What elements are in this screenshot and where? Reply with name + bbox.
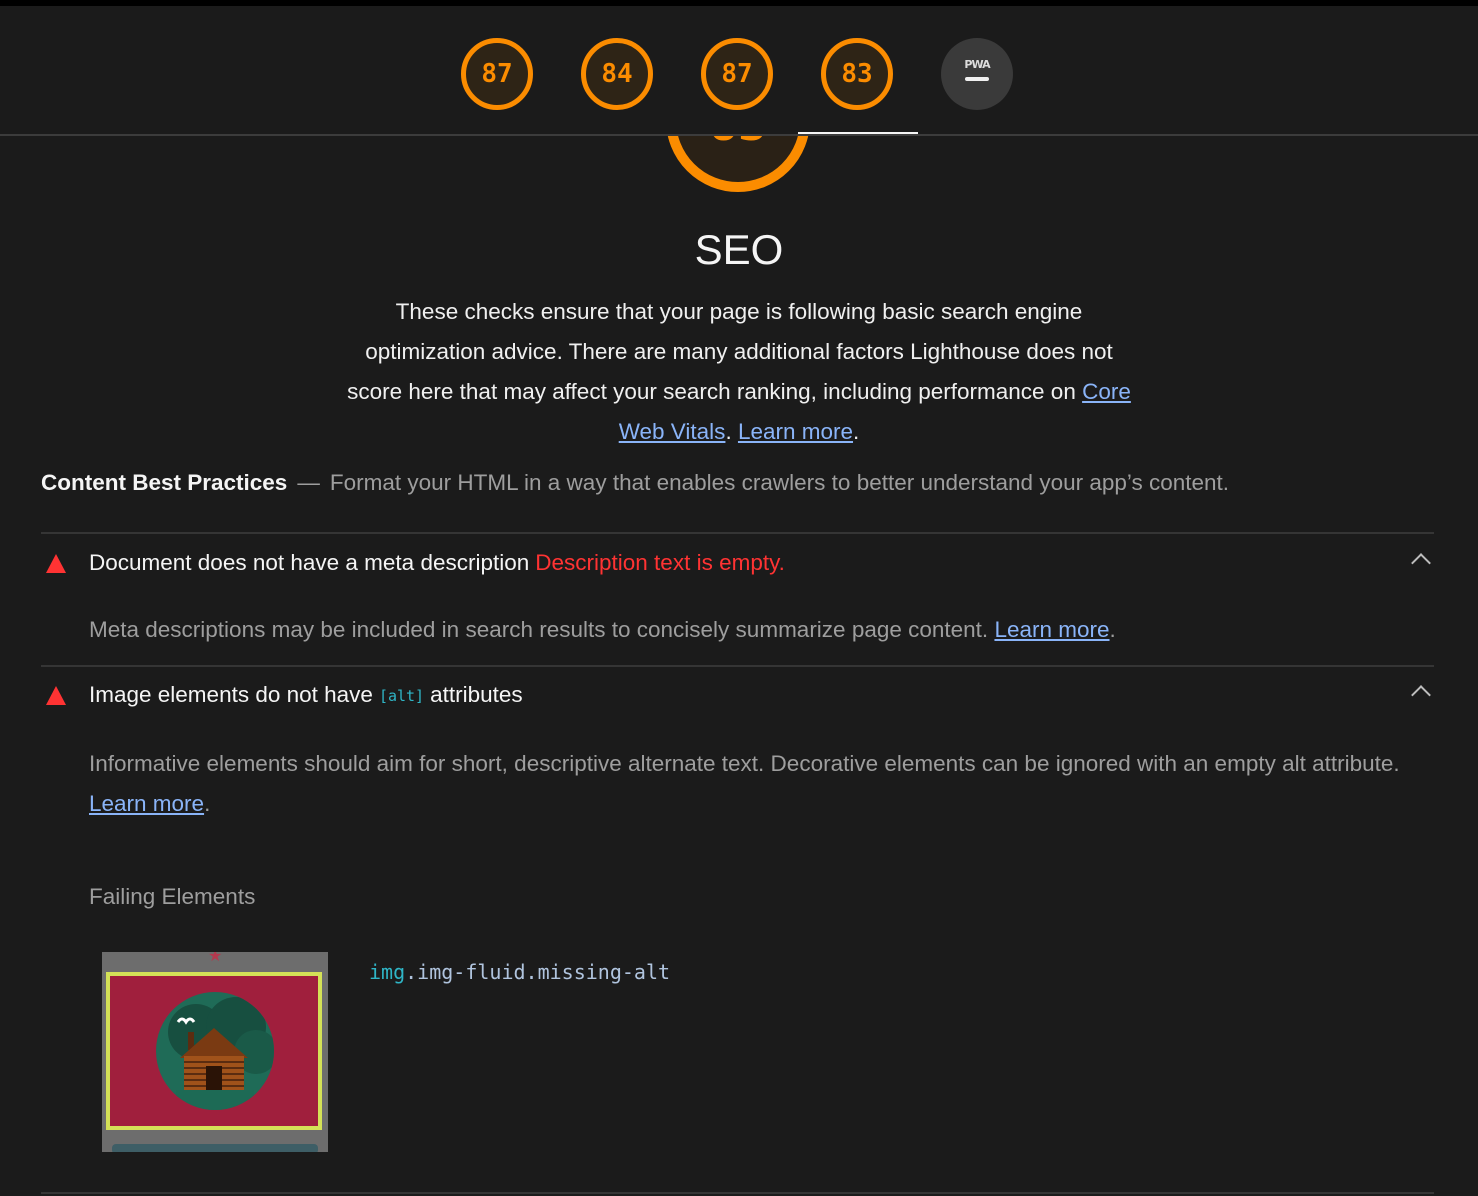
cabin-image: [156, 992, 274, 1110]
category-description-end: .: [853, 419, 860, 444]
best-practices-gauge[interactable]: 87: [701, 38, 773, 110]
audit-title: Image elements do not have [alt] attribute…: [89, 682, 523, 708]
audit-title-text-post: attributes: [430, 682, 523, 707]
audit-description-end: .: [1109, 617, 1116, 642]
learn-more-link[interactable]: Learn more: [89, 791, 204, 816]
audit-description: Informative elements should aim for shor…: [89, 744, 1419, 824]
group-dash: —: [297, 470, 320, 495]
cabin-icon: [168, 997, 274, 1110]
element-highlight: [106, 972, 322, 1130]
group-description: Format your HTML in a way that enables c…: [329, 470, 1230, 495]
audit-title: Document does not have a meta descriptio…: [89, 550, 785, 576]
audit-description-end: .: [204, 791, 211, 816]
audit-image-alt[interactable]: Image elements do not have [alt] attribute…: [41, 666, 1434, 722]
audit-title-text: Image elements do not have: [89, 682, 373, 707]
pwa-dash: [965, 76, 989, 81]
accessibility-gauge[interactable]: 84: [581, 38, 653, 110]
gauge-score: 83: [841, 59, 873, 89]
category-title: SEO: [694, 226, 784, 273]
audit-meta-description[interactable]: Document does not have a meta descriptio…: [41, 534, 1434, 590]
group-title: Content Best Practices: [41, 470, 288, 495]
chevron-up-icon[interactable]: [1411, 553, 1431, 573]
element-screenshot[interactable]: ★: [102, 952, 328, 1152]
audit-description-text: Meta descriptions may be included in sea…: [89, 617, 995, 642]
audit-title-text: Document does not have a meta descriptio…: [89, 550, 530, 575]
chevron-up-icon[interactable]: [1411, 685, 1431, 705]
star-icon: ★: [208, 952, 223, 965]
sticky-header: 87 84 87 83 PWA: [0, 6, 1478, 136]
fail-triangle-icon: [46, 554, 66, 573]
category-description-sep: .: [725, 419, 738, 444]
category-description-text: These checks ensure that your page is fo…: [347, 299, 1113, 404]
node-selector-classes: .img-fluid.missing-alt: [405, 960, 671, 984]
audit-description: Meta descriptions may be included in sea…: [89, 610, 1116, 650]
alt-code: [alt]: [378, 687, 425, 705]
learn-more-link[interactable]: Learn more: [738, 419, 853, 444]
divider: [41, 1192, 1434, 1194]
seo-gauge[interactable]: 83: [821, 38, 893, 110]
fail-triangle-icon: [46, 686, 66, 705]
pwa-gauge[interactable]: PWA: [941, 38, 1013, 110]
gauge-score: 84: [601, 59, 633, 89]
group-header: Content Best Practices — Format your HTML …: [41, 470, 1229, 496]
audit-description-text: Informative elements should aim for shor…: [89, 751, 1400, 776]
learn-more-link[interactable]: Learn more: [994, 617, 1109, 642]
node-selector: img.img-fluid.missing-alt: [369, 960, 670, 984]
gauge-score: 87: [481, 59, 513, 89]
thumb-bottom-bar: [112, 1144, 318, 1152]
active-tab-indicator: [798, 132, 918, 134]
failing-elements-label: Failing Elements: [89, 884, 256, 909]
audit-error-text: Description text is empty.: [535, 550, 785, 575]
performance-gauge[interactable]: 87: [461, 38, 533, 110]
gauge-score: 87: [721, 59, 753, 89]
lighthouse-report: 83 87 84 87 83 PWA SEO These checks ensu…: [0, 0, 1478, 1196]
category-description: These checks ensure that your page is fo…: [335, 292, 1143, 452]
pwa-badge-icon: PWA: [964, 57, 990, 71]
node-selector-tag: img: [369, 960, 406, 984]
